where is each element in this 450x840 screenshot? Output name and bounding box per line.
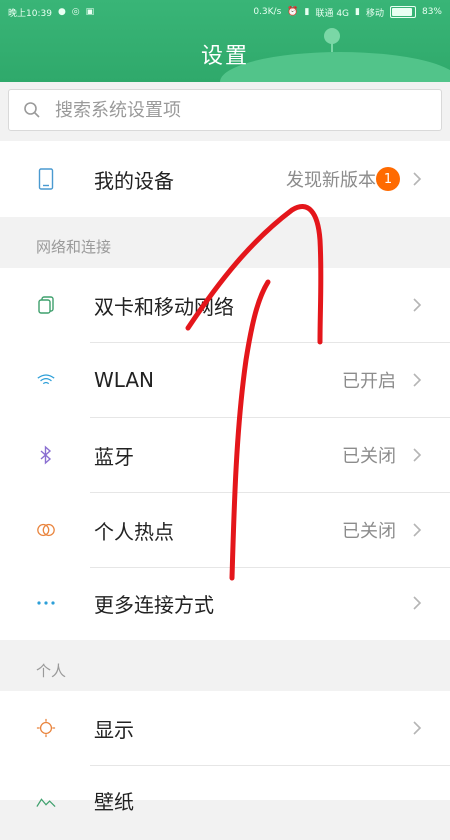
app-icon: ▣ <box>85 7 95 17</box>
hotspot-row[interactable]: 个人热点 已关闭 <box>0 493 450 567</box>
new-version-text: 发现新版本 <box>286 170 376 191</box>
dual-sim-row[interactable]: 双卡和移动网络 <box>0 268 450 342</box>
page-title: 设置 <box>200 44 249 69</box>
chevron-right-icon <box>413 373 422 387</box>
sun-icon <box>36 718 56 738</box>
dual-sim-label: 双卡和移动网络 <box>94 294 234 319</box>
wlan-row[interactable]: WLAN 已开启 <box>0 343 450 417</box>
bluetooth-icon <box>36 445 56 465</box>
header: 晚上10:39 ● ◎ ▣ 0.3K/s ⏰ ▮ 联通 4G ▮ 移动 83% … <box>0 0 450 82</box>
section-personal-label: 个人 <box>36 662 67 680</box>
wlan-label: WLAN <box>94 368 155 392</box>
battery-level: 83% <box>421 7 442 17</box>
status-time: 晚上10:39 <box>8 8 52 19</box>
network-card: 双卡和移动网络 WLAN 已开启 蓝牙 已关闭 个人热点 已关闭 更多连接方式 <box>0 268 450 640</box>
more-dots-icon <box>36 593 56 613</box>
wallpaper-icon <box>36 792 56 812</box>
bluetooth-status: 已关闭 <box>342 446 396 467</box>
chevron-right-icon <box>413 172 422 186</box>
carrier-2: 移动 <box>365 8 384 19</box>
search-input[interactable] <box>53 98 417 122</box>
status-bar: 晚上10:39 ● ◎ ▣ 0.3K/s ⏰ ▮ 联通 4G ▮ 移动 83% <box>8 2 442 22</box>
my-device-label: 我的设备 <box>94 168 174 193</box>
wallpaper-row[interactable]: 壁纸 <box>0 766 450 840</box>
bluetooth-label: 蓝牙 <box>94 444 134 469</box>
network-speed: 0.3K/s <box>253 7 282 17</box>
alarm-icon: ⏰ <box>287 7 299 17</box>
search-bar[interactable] <box>8 89 442 131</box>
weibo-icon: ◎ <box>71 7 80 17</box>
hotspot-label: 个人热点 <box>94 519 174 544</box>
chevron-right-icon <box>413 721 422 735</box>
search-icon <box>24 102 40 118</box>
wlan-status: 已开启 <box>342 371 396 392</box>
personal-card: 显示 壁纸 <box>0 691 450 814</box>
wifi-icon <box>36 370 56 390</box>
section-network-label: 网络和连接 <box>36 238 112 256</box>
display-label: 显示 <box>94 717 134 742</box>
chevron-right-icon <box>413 523 422 537</box>
battery-icon <box>389 6 416 18</box>
signal-icon: ▮ <box>304 7 310 17</box>
chevron-right-icon <box>413 596 422 610</box>
more-connections-row[interactable]: 更多连接方式 <box>0 566 450 640</box>
my-device-row[interactable]: 我的设备 发现新版本 1 <box>0 142 450 216</box>
display-row[interactable]: 显示 <box>0 691 450 765</box>
chevron-right-icon <box>413 298 422 312</box>
update-badge: 1 <box>376 167 400 191</box>
dual-sim-icon <box>36 295 56 315</box>
phone-icon <box>36 168 56 190</box>
hotspot-icon <box>36 520 56 540</box>
bluetooth-row[interactable]: 蓝牙 已关闭 <box>0 418 450 492</box>
device-card: 我的设备 发现新版本 1 <box>0 141 450 217</box>
hotspot-status: 已关闭 <box>342 521 396 542</box>
wallpaper-label: 壁纸 <box>94 790 134 814</box>
more-connections-label: 更多连接方式 <box>94 592 214 617</box>
notification-icon: ● <box>57 7 66 17</box>
carrier-1: 联通 4G <box>315 8 350 19</box>
chevron-right-icon <box>413 448 422 462</box>
signal-icon: ▮ <box>355 7 360 17</box>
